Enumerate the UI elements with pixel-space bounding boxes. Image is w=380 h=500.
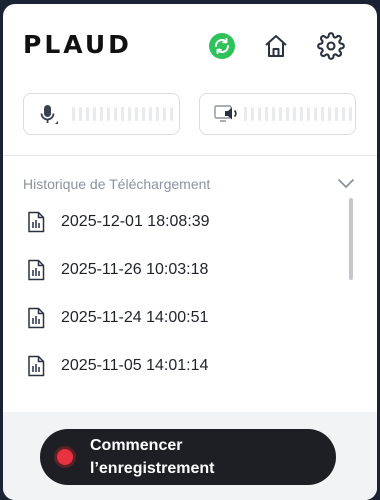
gear-icon bbox=[317, 32, 345, 60]
record-icon bbox=[54, 446, 76, 468]
history-title: Historique de Téléchargement bbox=[23, 176, 211, 192]
history-item[interactable]: 2025-11-05 14:01:14 bbox=[23, 342, 210, 390]
start-recording-label: Commencer l’enregistrement bbox=[90, 437, 215, 477]
speaker-level-bars bbox=[244, 107, 352, 121]
history-list: 2025-12-01 18:08:39 2025-11-26 10:03:18 … bbox=[23, 202, 210, 394]
speaker-level-meter[interactable] bbox=[199, 93, 356, 135]
sync-button[interactable] bbox=[209, 33, 235, 59]
start-recording-button[interactable]: Commencer l’enregistrement bbox=[40, 429, 336, 485]
microphone-icon bbox=[40, 105, 58, 124]
footer: Commencer l’enregistrement bbox=[3, 412, 377, 500]
speaker-icon bbox=[214, 105, 237, 122]
sync-icon bbox=[215, 37, 229, 55]
audio-file-icon bbox=[28, 307, 45, 329]
history-item-label: 2025-12-01 18:08:39 bbox=[61, 213, 210, 230]
microphone-level-meter[interactable] bbox=[23, 93, 180, 135]
history-item[interactable]: 2025-12-01 18:08:39 bbox=[23, 198, 210, 246]
audio-file-icon bbox=[28, 259, 45, 281]
history-item-label: 2025-11-24 14:00:51 bbox=[61, 309, 209, 326]
audio-file-icon bbox=[28, 355, 45, 377]
app-logo: PLAUD bbox=[23, 30, 132, 59]
history-item[interactable]: 2025-11-26 10:03:18 bbox=[23, 246, 210, 294]
history-item-label: 2025-11-05 14:01:14 bbox=[61, 357, 209, 374]
history-item[interactable]: 2025-11-24 14:00:51 bbox=[23, 294, 210, 342]
microphone-level-bars bbox=[72, 107, 173, 121]
section-divider bbox=[3, 155, 377, 156]
app-window: PLAUD Historique de Téléchargement 2025-… bbox=[3, 4, 377, 500]
history-scrollbar[interactable] bbox=[349, 198, 353, 280]
header: PLAUD bbox=[3, 4, 377, 154]
home-button[interactable] bbox=[262, 32, 290, 60]
history-item-label: 2025-11-26 10:03:18 bbox=[61, 261, 209, 278]
home-icon bbox=[265, 35, 287, 57]
settings-button[interactable] bbox=[317, 32, 345, 60]
chevron-down-icon[interactable] bbox=[336, 176, 356, 190]
audio-file-icon bbox=[28, 211, 45, 233]
